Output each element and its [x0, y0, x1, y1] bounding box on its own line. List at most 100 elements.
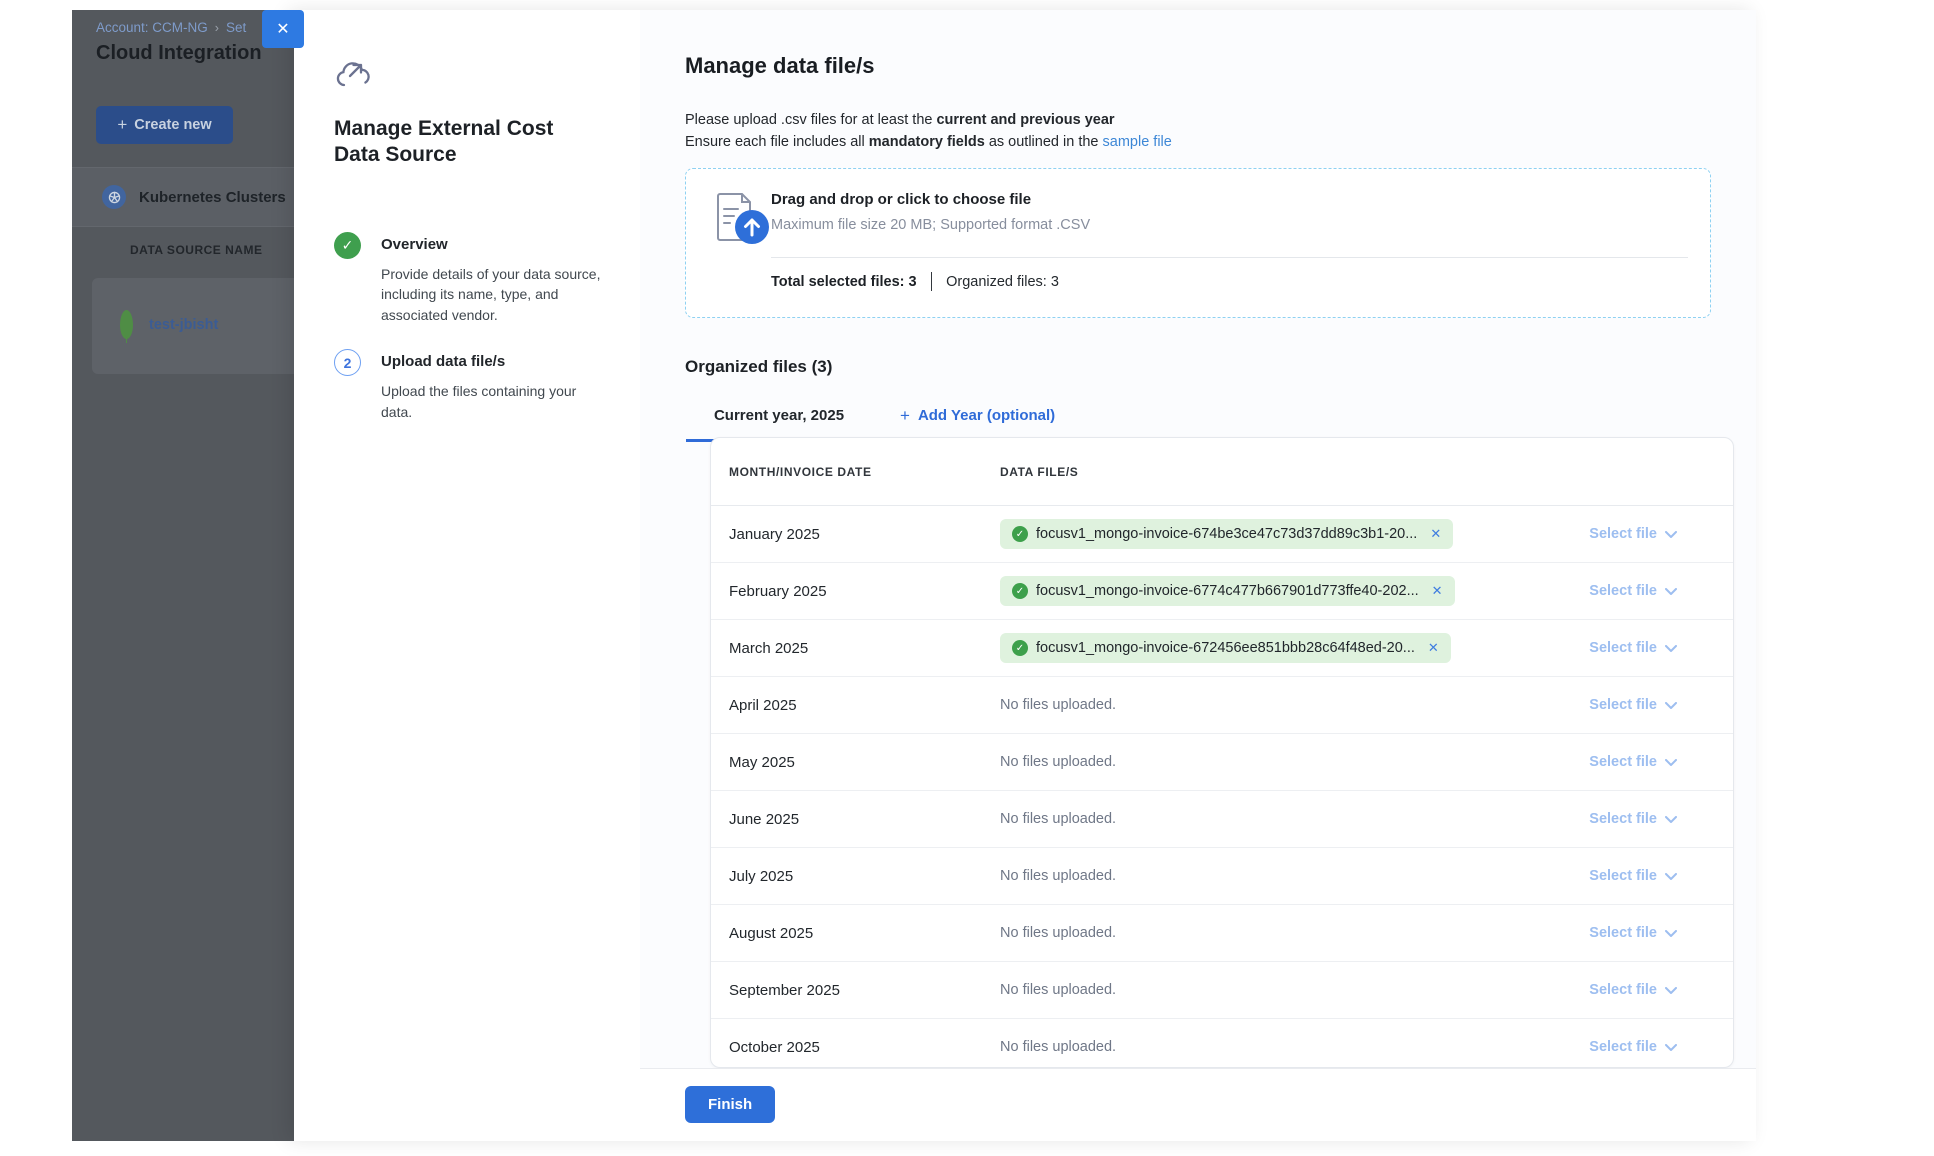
breadcrumb-account-link[interactable]: Account: CCM-NG: [96, 20, 208, 35]
select-file-label: Select file: [1589, 811, 1657, 827]
kubernetes-clusters-section[interactable]: Kubernetes Clusters: [72, 167, 294, 227]
select-file-dropdown[interactable]: Select file: [1527, 868, 1677, 884]
file-name: focusv1_mongo-invoice-672456ee851bbb28c6…: [1036, 640, 1415, 656]
breadcrumb-section-link[interactable]: Set: [226, 20, 246, 35]
chevron-down-icon: [1665, 1044, 1677, 1051]
select-file-label: Select file: [1589, 526, 1657, 542]
file-cell: No files uploaded.: [1000, 697, 1527, 713]
month-cell: August 2025: [711, 925, 1000, 942]
file-success-check-icon: ✓: [1012, 526, 1028, 542]
instruction-bold: current and previous year: [936, 112, 1114, 128]
select-file-label: Select file: [1589, 868, 1657, 884]
instruction-text: Please upload .csv files for at least th…: [685, 112, 936, 128]
upload-instructions: Please upload .csv files for at least th…: [685, 109, 1172, 153]
step-overview[interactable]: ✓ Overview Provide details of your data …: [334, 232, 614, 325]
dropzone-stats: Total selected files: 3 Organized files:…: [771, 272, 1059, 291]
manage-data-source-drawer: Manage External Cost Data Source ✓ Overv…: [294, 10, 1756, 1141]
tab-add-year[interactable]: + Add Year (optional): [900, 394, 1055, 442]
data-source-name-link[interactable]: test-jbisht: [149, 317, 218, 333]
uploaded-file-chip: ✓ focusv1_mongo-invoice-6774c477b667901d…: [1000, 576, 1455, 606]
upload-file-icon: [714, 191, 776, 254]
select-file-dropdown[interactable]: Select file: [1527, 697, 1677, 713]
breadcrumb: Account: CCM-NG›Set: [96, 20, 246, 35]
select-file-label: Select file: [1589, 640, 1657, 656]
chevron-down-icon: [1665, 759, 1677, 766]
screen: Account: CCM-NG›Set Cloud Integration + …: [0, 0, 1934, 1156]
no-files-text: No files uploaded.: [1000, 868, 1116, 884]
sample-file-link[interactable]: sample file: [1103, 134, 1172, 150]
month-cell: July 2025: [711, 868, 1000, 885]
month-cell: September 2025: [711, 982, 1000, 999]
file-cell: ✓ focusv1_mongo-invoice-6774c477b667901d…: [1000, 576, 1527, 606]
chevron-down-icon: [1665, 588, 1677, 595]
month-cell: April 2025: [711, 697, 1000, 714]
no-files-text: No files uploaded.: [1000, 1039, 1116, 1055]
year-tabs: Current year, 2025 + Add Year (optional): [686, 394, 1055, 442]
step-upload-description: Upload the files containing your data.: [381, 381, 603, 422]
table-body: January 2025 ✓ focusv1_mongo-invoice-674…: [711, 506, 1733, 1068]
step-number-badge: 2: [334, 349, 361, 376]
instruction-bold: mandatory fields: [869, 134, 985, 150]
instruction-text: Ensure each file includes all: [685, 134, 869, 150]
no-files-text: No files uploaded.: [1000, 982, 1116, 998]
select-file-dropdown[interactable]: Select file: [1527, 526, 1677, 542]
uploaded-file-chip: ✓ focusv1_mongo-invoice-674be3ce47c73d37…: [1000, 519, 1453, 549]
select-file-dropdown[interactable]: Select file: [1527, 754, 1677, 770]
page-title: Cloud Integration: [96, 42, 262, 65]
select-file-label: Select file: [1589, 583, 1657, 599]
remove-file-icon[interactable]: ✕: [1430, 526, 1441, 542]
instruction-text: as outlined in the: [985, 134, 1103, 150]
month-cell: May 2025: [711, 754, 1000, 771]
instruction-line-2: Ensure each file includes all mandatory …: [685, 131, 1172, 153]
select-file-dropdown[interactable]: Select file: [1527, 1039, 1677, 1055]
data-source-card[interactable]: test-jbisht: [92, 278, 294, 374]
file-success-check-icon: ✓: [1012, 640, 1028, 656]
organized-files-count: Organized files: 3: [946, 274, 1059, 290]
select-file-dropdown[interactable]: Select file: [1527, 925, 1677, 941]
chevron-down-icon: [1665, 531, 1677, 538]
wizard-title: Manage External Cost Data Source: [334, 116, 604, 169]
remove-file-icon[interactable]: ✕: [1428, 640, 1439, 656]
step-complete-check-icon: ✓: [334, 232, 361, 259]
dropzone-divider: [771, 257, 1688, 258]
chevron-down-icon: [1665, 816, 1677, 823]
table-row: October 2025 No files uploaded. Select f…: [711, 1019, 1733, 1068]
close-drawer-button[interactable]: ✕: [262, 10, 304, 48]
select-file-dropdown[interactable]: Select file: [1527, 982, 1677, 998]
table-row: June 2025 No files uploaded. Select file: [711, 791, 1733, 848]
chevron-down-icon: [1665, 987, 1677, 994]
month-cell: March 2025: [711, 640, 1000, 657]
table-row: July 2025 No files uploaded. Select file: [711, 848, 1733, 905]
file-cell: ✓ focusv1_mongo-invoice-674be3ce47c73d37…: [1000, 519, 1527, 549]
plus-icon: +: [900, 407, 910, 424]
file-cell: No files uploaded.: [1000, 868, 1527, 884]
step-upload-data-files[interactable]: 2 Upload data file/s Upload the files co…: [334, 349, 614, 422]
mongodb-leaf-icon: [120, 310, 133, 339]
file-name: focusv1_mongo-invoice-6774c477b667901d77…: [1036, 583, 1419, 599]
table-row: March 2025 ✓ focusv1_mongo-invoice-67245…: [711, 620, 1733, 677]
finish-button[interactable]: Finish: [685, 1086, 775, 1123]
table-row: January 2025 ✓ focusv1_mongo-invoice-674…: [711, 506, 1733, 563]
close-icon: ✕: [276, 19, 289, 39]
chevron-down-icon: [1665, 645, 1677, 652]
create-new-button[interactable]: + Create new: [96, 106, 233, 144]
file-cell: No files uploaded.: [1000, 754, 1527, 770]
uploaded-file-chip: ✓ focusv1_mongo-invoice-672456ee851bbb28…: [1000, 633, 1451, 663]
table-row: February 2025 ✓ focusv1_mongo-invoice-67…: [711, 563, 1733, 620]
select-file-dropdown[interactable]: Select file: [1527, 811, 1677, 827]
file-cell: No files uploaded.: [1000, 811, 1527, 827]
add-year-label: Add Year (optional): [918, 407, 1055, 424]
remove-file-icon[interactable]: ✕: [1432, 583, 1443, 599]
select-file-label: Select file: [1589, 925, 1657, 941]
tab-current-year[interactable]: Current year, 2025: [686, 394, 872, 442]
select-file-dropdown[interactable]: Select file: [1527, 583, 1677, 599]
file-dropzone[interactable]: Drag and drop or click to choose file Ma…: [685, 168, 1711, 318]
column-header-datafile: DATA FILE/S: [1000, 465, 1733, 479]
month-cell: January 2025: [711, 526, 1000, 543]
month-cell: February 2025: [711, 583, 1000, 600]
no-files-text: No files uploaded.: [1000, 925, 1116, 941]
select-file-dropdown[interactable]: Select file: [1527, 640, 1677, 656]
data-source-name-column-header: DATA SOURCE NAME: [130, 243, 262, 257]
table-row: April 2025 No files uploaded. Select fil…: [711, 677, 1733, 734]
step-overview-label: Overview: [381, 232, 603, 253]
